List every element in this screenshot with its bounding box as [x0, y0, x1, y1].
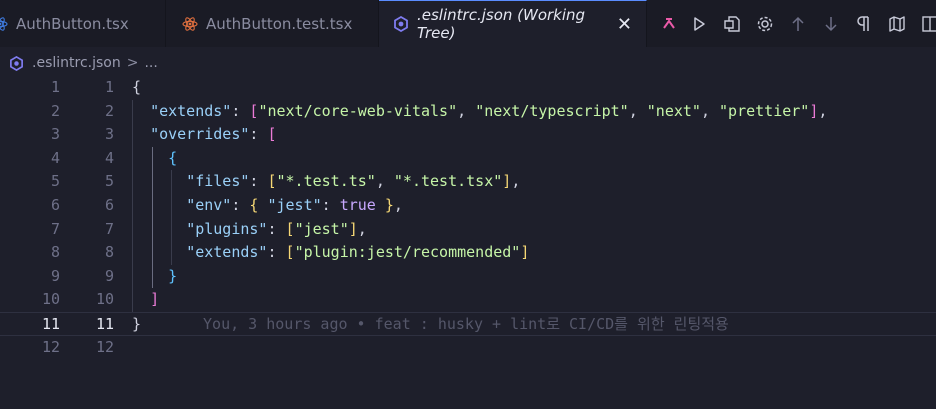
diff-icon	[661, 16, 677, 32]
eslint-icon	[9, 55, 24, 71]
line-number-modified: 10	[95, 290, 114, 309]
code-text: "extends": ["plugin:jest/recommended"]	[186, 243, 530, 262]
breadcrumb-more[interactable]: ...	[144, 55, 157, 71]
line-number-original: 7	[50, 219, 60, 238]
settings-icon[interactable]	[748, 9, 781, 39]
run-icon[interactable]	[682, 9, 715, 39]
arrow-down-icon[interactable]	[814, 9, 847, 39]
code-line[interactable]: 8 8 "extends": ["plugin:jest/recommended"…	[0, 241, 936, 265]
line-number-modified: 3	[104, 125, 114, 144]
line-number-modified: 4	[104, 148, 114, 167]
line-number-modified: 2	[104, 101, 114, 120]
line-number-modified: 8	[104, 243, 114, 262]
line-number-original: 1	[50, 78, 60, 96]
line-number-original: 4	[50, 148, 60, 167]
split-editor-icon[interactable]	[913, 9, 936, 39]
line-number-modified: 5	[104, 172, 114, 191]
close-icon[interactable]: ✕	[617, 14, 632, 35]
code-text: "extends": ["next/core-web-vitals", "nex…	[150, 101, 828, 120]
tab-diff[interactable]	[647, 0, 677, 47]
code-line[interactable]: 2 2 "extends": ["next/core-web-vitals", "…	[0, 100, 936, 124]
tab-label: .eslintrc.json (Working Tree)	[417, 6, 586, 42]
code-line[interactable]: 5 5 "files": ["*.test.ts", "*.test.tsx"],	[0, 170, 936, 194]
line-number-original: 5	[50, 172, 60, 191]
react-icon	[0, 16, 8, 32]
line-number-original: 2	[50, 101, 60, 120]
eslint-icon	[393, 16, 409, 32]
git-blame-annotation: You, 3 hours ago • feat : husky + lint로 …	[203, 315, 729, 333]
tab-eslintrc-working-tree[interactable]: .eslintrc.json (Working Tree) ✕	[379, 0, 647, 47]
code-line[interactable]: 9 9 }	[0, 265, 936, 289]
breadcrumb-file[interactable]: .eslintrc.json	[32, 55, 121, 71]
line-number-original: 12	[41, 337, 60, 356]
code-text: "env": { "jest": true },	[186, 196, 403, 214]
line-number-modified: 11	[95, 315, 114, 333]
code-line[interactable]: 3 3 "overrides": [	[0, 123, 936, 147]
tab-authbutton-test-tsx[interactable]: AuthButton.test.tsx	[166, 0, 379, 47]
arrow-up-icon[interactable]	[781, 9, 814, 39]
line-number-modified: 12	[95, 337, 114, 356]
code-line[interactable]: 11 11 } You, 3 hours ago • feat : husky + l…	[0, 312, 936, 336]
code-text: ]	[150, 290, 160, 309]
code-line[interactable]: 4 4 {	[0, 147, 936, 171]
code-text: } You, 3 hours ago • feat : husky + lint로…	[132, 315, 729, 333]
code-line[interactable]: 10 10 ]	[0, 288, 936, 312]
code-line[interactable]: 6 6 "env": { "jest": true },	[0, 194, 936, 218]
code-text: "plugins": ["jest"],	[186, 219, 367, 238]
code-text: {	[132, 78, 142, 96]
line-number-original: 9	[50, 266, 60, 285]
code-text: "overrides": [	[150, 125, 277, 144]
code-line[interactable]: 1 1 {	[0, 76, 936, 100]
code-text: "files": ["*.test.ts", "*.test.tsx"],	[186, 172, 521, 191]
tab-label: AuthButton.test.tsx	[206, 14, 353, 33]
line-number-original: 10	[41, 290, 60, 309]
tab-authbutton-tsx[interactable]: AuthButton.tsx	[0, 0, 166, 47]
line-number-original: 8	[50, 243, 60, 262]
code-text: {	[168, 148, 178, 167]
code-line[interactable]: 7 7 "plugins": ["jest"],	[0, 218, 936, 242]
react-icon	[182, 16, 198, 32]
code-editor[interactable]: 1 1{2 2 "extends": ["next/core-web-vitals"…	[0, 76, 936, 409]
line-number-original: 6	[50, 196, 60, 214]
pilcrow-icon[interactable]	[847, 9, 880, 39]
open-changes-icon[interactable]	[715, 9, 748, 39]
line-number-modified: 6	[104, 196, 114, 214]
code-text: }	[168, 266, 178, 285]
editor-actions	[682, 0, 936, 47]
line-number-modified: 7	[104, 219, 114, 238]
code-line[interactable]: 12 12	[0, 336, 936, 360]
line-number-original: 3	[50, 125, 60, 144]
map-icon[interactable]	[880, 9, 913, 39]
line-number-modified: 9	[104, 266, 114, 285]
line-number-original: 11	[41, 315, 60, 333]
breadcrumb: .eslintrc.json > ...	[0, 50, 158, 76]
line-number-modified: 1	[104, 78, 114, 96]
tab-label: AuthButton.tsx	[16, 14, 129, 33]
breadcrumb-separator: >	[126, 55, 139, 71]
